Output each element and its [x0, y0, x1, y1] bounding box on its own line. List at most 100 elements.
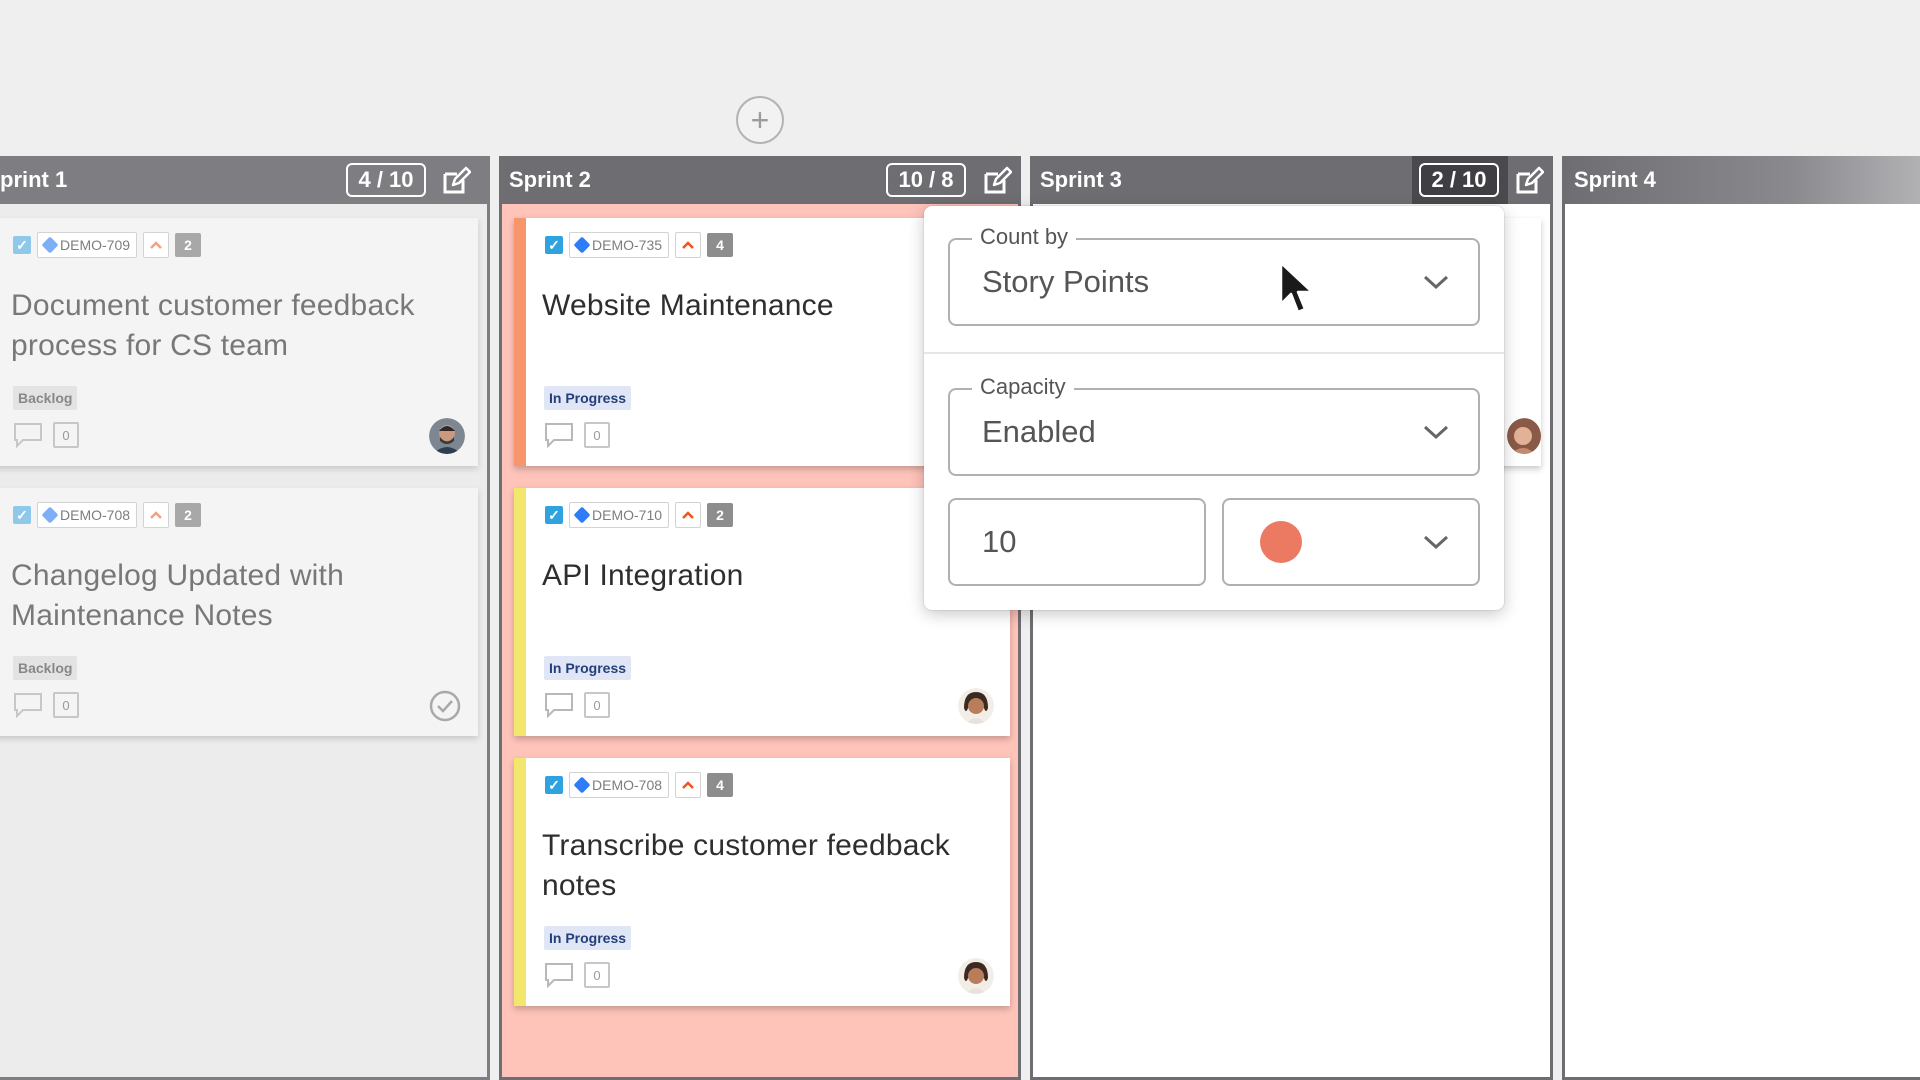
assignee-avatar[interactable] [429, 418, 465, 454]
card-title-line: Document customer feedback [11, 289, 415, 322]
epic-diamond-icon [573, 506, 591, 524]
comment-count: 0 [584, 692, 610, 718]
priority-high-icon [143, 502, 170, 528]
assignee-avatar[interactable] [958, 688, 994, 724]
card-meta: ✓ DEMO-710 2 [545, 502, 734, 528]
card-title-line: Transcribe customer feedback [542, 829, 950, 862]
status-badge: In Progress [544, 386, 632, 410]
edit-icon[interactable] [441, 166, 471, 196]
capacity-number-value: 10 [982, 524, 1017, 559]
card-footer: 0 [544, 692, 610, 718]
card-color-stripe [514, 218, 526, 466]
story-points: 4 [707, 233, 734, 257]
card-title-line: notes [542, 869, 617, 902]
comment-count: 0 [53, 422, 79, 448]
assignee-avatar[interactable] [958, 958, 994, 994]
chevron-down-icon [1423, 535, 1449, 550]
assignee-avatar[interactable] [1507, 418, 1541, 454]
sprint-count-badge[interactable]: 4 / 10 [346, 163, 426, 197]
comment-icon[interactable] [544, 422, 574, 448]
sprint-count-value: 10 / 8 [898, 167, 954, 192]
card-color-stripe [514, 488, 526, 736]
card-footer: 0 [544, 962, 610, 988]
comment-count: 0 [584, 962, 610, 988]
comment-icon[interactable] [544, 692, 574, 718]
capacity-color-swatch [1260, 521, 1302, 563]
sprint-header: Sprint 4 [1562, 156, 1920, 204]
sprint-column-1: print 1 4 / 10 ✓ DEMO-709 2 Document cus… [0, 156, 490, 1080]
story-points: 2 [175, 233, 202, 257]
issue-type-checkbox-icon: ✓ [545, 776, 563, 794]
sprint-count-value: 4 / 10 [358, 167, 414, 192]
card-title-line: Maintenance Notes [11, 599, 273, 632]
edit-icon[interactable] [1514, 166, 1544, 196]
sprint-header: Sprint 3 2 / 10 [1030, 156, 1553, 204]
sprint-header: print 1 4 / 10 [0, 156, 490, 204]
epic-diamond-icon [41, 236, 59, 254]
issue-key[interactable]: DEMO-708 [569, 772, 670, 798]
priority-high-icon [675, 232, 702, 258]
issue-type-checkbox-icon: ✓ [545, 506, 563, 524]
sprint-count-badge[interactable]: 2 / 10 [1419, 163, 1499, 197]
card-meta: ✓ DEMO-735 4 [545, 232, 734, 258]
issue-key[interactable]: DEMO-710 [569, 502, 670, 528]
comment-count: 0 [584, 422, 610, 448]
divider [924, 352, 1504, 354]
card-title-line: API Integration [542, 559, 744, 592]
issue-card[interactable]: ✓ DEMO-708 2 Changelog Updated with Main… [0, 488, 478, 736]
status-badge: Backlog [13, 386, 78, 410]
epic-diamond-icon [573, 776, 591, 794]
sprint-count-value: 2 / 10 [1431, 167, 1487, 192]
issue-type-checkbox-icon: ✓ [13, 236, 31, 254]
capacity-settings-popover: Count by Story Points Capacity Enabled 1… [924, 206, 1504, 610]
card-footer: 0 [13, 692, 79, 718]
issue-key[interactable]: DEMO-735 [569, 232, 670, 258]
comment-icon[interactable] [13, 422, 43, 448]
mouse-cursor-icon [1279, 261, 1314, 314]
card-title: API Integration [542, 556, 743, 596]
status-badge: In Progress [544, 926, 632, 950]
count-by-select[interactable]: Count by Story Points [948, 224, 1480, 326]
issue-key-text: DEMO-710 [592, 507, 663, 523]
issue-type-checkbox-icon: ✓ [13, 506, 31, 524]
sprint-header: Sprint 2 10 / 8 [499, 156, 1021, 204]
card-title: Website Maintenance [542, 286, 834, 326]
comment-icon[interactable] [544, 962, 574, 988]
capacity-number-input[interactable]: 10 [948, 498, 1206, 586]
capacity-label: Capacity [972, 374, 1074, 400]
sprint-count-badge[interactable]: 10 / 8 [886, 163, 966, 197]
issue-key[interactable]: DEMO-708 [37, 502, 138, 528]
issue-type-checkbox-icon: ✓ [545, 236, 563, 254]
capacity-color-select[interactable] [1222, 498, 1480, 586]
priority-high-icon [143, 232, 170, 258]
card-title: Changelog Updated with Maintenance Notes [11, 556, 344, 636]
issue-key[interactable]: DEMO-709 [37, 232, 138, 258]
story-points: 2 [707, 503, 734, 527]
story-points: 4 [707, 773, 734, 797]
comment-icon[interactable] [13, 692, 43, 718]
status-badge: In Progress [544, 656, 632, 680]
card-meta: ✓ DEMO-708 4 [545, 772, 734, 798]
card-footer: 0 [13, 422, 79, 448]
epic-diamond-icon [573, 236, 591, 254]
issue-card[interactable]: ✓ DEMO-709 2 Document customer feedback … [0, 218, 478, 466]
add-sprint-button[interactable]: + [736, 96, 784, 144]
story-points: 2 [175, 503, 202, 527]
status-badge: Backlog [13, 656, 78, 680]
capacity-select[interactable]: Capacity Enabled [948, 374, 1480, 476]
count-by-value: Story Points [982, 264, 1150, 299]
sprint-title: print 1 [0, 167, 68, 192]
sprint-title: Sprint 4 [1574, 167, 1656, 192]
sprint-title: Sprint 2 [509, 167, 591, 192]
card-title-line: process for CS team [11, 329, 289, 362]
card-color-stripe [514, 758, 526, 1006]
issue-key-text: DEMO-708 [592, 777, 663, 793]
card-title-line: Website Maintenance [542, 289, 834, 322]
priority-high-icon [675, 502, 702, 528]
issue-key-text: DEMO-735 [592, 237, 663, 253]
edit-icon[interactable] [982, 166, 1012, 196]
issue-card[interactable]: ✓ DEMO-708 4 Transcribe customer feedbac… [514, 758, 1010, 1006]
card-footer: 0 [544, 422, 610, 448]
card-meta: ✓ DEMO-708 2 [13, 502, 202, 528]
plus-icon: + [750, 102, 770, 138]
